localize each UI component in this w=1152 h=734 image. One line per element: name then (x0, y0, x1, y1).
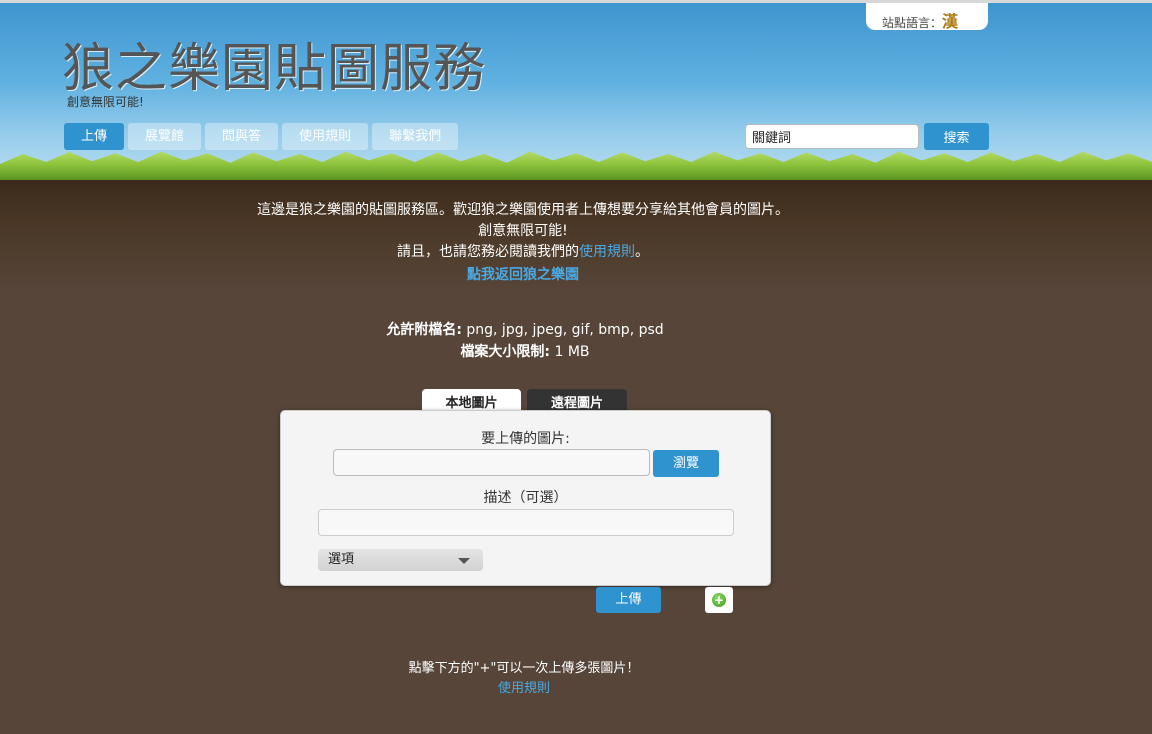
site-tagline: 創意無限可能! (67, 95, 144, 109)
file-label: 要上傳的圖片: (481, 431, 570, 447)
intro-line-3: 請且，也請您務必閱讀我們的使用規則。 (0, 242, 1046, 263)
options-select[interactable]: 選項 (318, 549, 483, 571)
nav-item-upload[interactable]: 上傳 (64, 123, 125, 150)
upload-panel: 要上傳的圖片: 瀏覽 描述（可選） 選項 (280, 410, 771, 586)
description-label: 描述（可選） (483, 490, 568, 506)
language-current[interactable]: 漢 (942, 12, 958, 31)
nav-item-contact[interactable]: 聯繫我們 (372, 123, 459, 150)
site-title[interactable]: 狼之樂園貼圖服務 (62, 26, 486, 101)
search-input[interactable] (745, 124, 919, 149)
intro-line-3-text: 請且，也請您務必閱讀我們的 (397, 244, 579, 260)
ext-value: png, jpg, jpeg, gif, bmp, psd (461, 322, 664, 338)
options-select-value: 選項 (328, 552, 355, 567)
language-label: 站點語言： (882, 16, 943, 30)
multi-upload-hint: 點擊下方的"+"可以一次上傳多張圖片！ (408, 661, 640, 676)
size-limit: 檔案大小限制: 1 MB (0, 341, 1050, 363)
nav-item-faq[interactable]: 問與答 (205, 123, 279, 150)
intro-line-2: 創意無限可能! (478, 223, 568, 239)
description-input[interactable] (318, 509, 734, 536)
intro-line-3-end: 。 (635, 244, 649, 260)
language-switcher[interactable]: 站點語言：漢 (866, 3, 988, 31)
intro-line-1: 這邊是狼之樂園的貼圖服務區。歡迎狼之樂園使用者上傳想要分享給其他會員的圖片。 (257, 202, 789, 218)
size-label: 檔案大小限制: (460, 344, 551, 360)
size-value: 1 MB (550, 344, 590, 360)
home-link[interactable]: 點我返回狼之樂園 (467, 265, 579, 286)
rules-inline-link[interactable]: 使用規則 (579, 244, 635, 260)
upload-button[interactable]: 上傳 (596, 587, 661, 613)
plus-icon: + (712, 593, 726, 607)
browse-button[interactable]: 瀏覽 (653, 450, 719, 477)
footer-rules: 使用規則 (0, 677, 1048, 696)
add-more-button[interactable]: + (705, 587, 733, 613)
search-button[interactable]: 搜索 (924, 123, 989, 150)
upload-limits: 允許附檔名: png, jpg, jpeg, gif, bmp, psd 檔案大… (0, 319, 1050, 363)
chevron-down-icon (458, 558, 470, 564)
allowed-extensions: 允許附檔名: png, jpg, jpeg, gif, bmp, psd (0, 319, 1050, 341)
footer-rules-link[interactable]: 使用規則 (498, 681, 550, 696)
intro-text: 這邊是狼之樂園的貼圖服務區。歡迎狼之樂園使用者上傳想要分享給其他會員的圖片。 創… (0, 200, 1046, 286)
file-path-input[interactable] (333, 449, 650, 476)
main-nav: 上傳 展覽館 問與答 使用規則 聯繫我們 (64, 123, 459, 150)
nav-item-gallery[interactable]: 展覽館 (128, 123, 202, 150)
nav-item-rules[interactable]: 使用規則 (282, 123, 369, 150)
ext-label: 允許附檔名: (386, 322, 462, 338)
